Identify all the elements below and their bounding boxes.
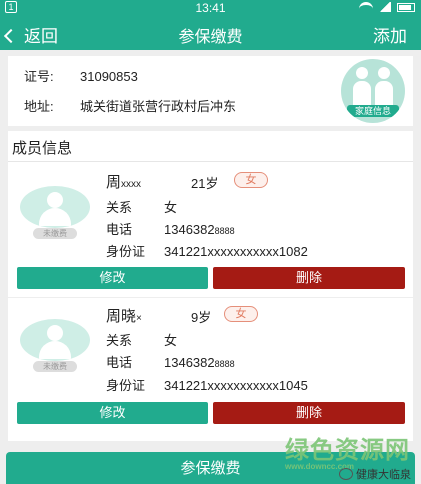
phone-value: 1346382 <box>164 222 215 237</box>
status-bar: 1 13:41 <box>0 0 421 16</box>
phone-label: 电话 <box>106 222 133 237</box>
avatar <box>20 319 90 361</box>
family-id-label: 证号: <box>24 69 54 84</box>
site-watermark: 绿色资源网 www.downcc.com <box>285 430 410 471</box>
member-name: 周xxxx <box>106 171 141 192</box>
divider <box>8 297 413 298</box>
phone-label: 电话 <box>106 355 133 370</box>
signal-icon <box>379 2 391 12</box>
family-info-caption: 家庭信息 <box>347 105 399 117</box>
member-age: 9岁 <box>191 310 212 325</box>
relation-label: 关系 <box>106 200 133 215</box>
member-name-mask: × <box>136 313 142 324</box>
relation-label: 关系 <box>106 333 133 348</box>
family-address-label: 地址: <box>24 99 54 114</box>
id-card-row: 身份证 341221xxxxxxxxxxx1082 <box>106 241 308 260</box>
phone-value: 1346382 <box>164 355 215 370</box>
phone-row: 电话 13463828888 <box>106 352 235 371</box>
member-name-text: 周晓 <box>106 308 137 325</box>
id-card-label: 身份证 <box>106 378 146 393</box>
family-info-card: 证号: 31090853 地址: 城关街道张营行政村后冲东 家庭信息 <box>8 56 413 126</box>
family-address-value: 城关街道张营行政村后冲东 <box>80 99 237 114</box>
id-card-value: 341221xxxxxxxxxxx1045 <box>164 378 308 393</box>
members-title: 成员信息 <box>12 140 73 157</box>
relation-value: 女 <box>164 200 178 215</box>
status-time: 13:41 <box>195 1 226 15</box>
member-name: 周晓× <box>106 305 142 326</box>
family-info-icon[interactable]: 家庭信息 <box>341 59 405 123</box>
relation-row: 关系 女 <box>106 197 177 216</box>
edit-button[interactable]: 修改 <box>17 267 208 289</box>
member-name-mask: xxxx <box>121 179 142 190</box>
site-watermark-text: 绿色资源网 <box>285 437 410 464</box>
relation-value: 女 <box>164 333 178 348</box>
delete-button[interactable]: 删除 <box>213 402 405 424</box>
relation-row: 关系 女 <box>106 330 177 349</box>
sex-tag: 女 <box>234 172 268 188</box>
member-name-text: 周 <box>106 174 122 191</box>
sex-tag: 女 <box>224 306 258 322</box>
wechat-icon <box>339 468 353 480</box>
members-card: 成员信息 未缴费 周xxxx 21岁 女 关系女 电话 13463828888 身… <box>8 131 413 441</box>
divider <box>8 161 413 162</box>
family-id-value: 31090853 <box>80 69 138 84</box>
nav-bar: 返回 参保缴费 添加 <box>0 16 421 50</box>
account-watermark-text: 健康大临泉 <box>356 469 411 481</box>
phone-mask: 8888 <box>214 359 235 369</box>
avatar <box>20 186 90 228</box>
id-card-value: 341221xxxxxxxxxxx1082 <box>164 244 308 259</box>
delete-button[interactable]: 删除 <box>213 267 405 289</box>
edit-button[interactable]: 修改 <box>17 402 208 424</box>
phone-mask: 8888 <box>214 226 235 236</box>
account-watermark: 健康大临泉 <box>339 466 411 482</box>
id-card-label: 身份证 <box>106 244 146 259</box>
battery-icon <box>397 2 415 12</box>
payment-status-badge: 未缴费 <box>33 228 77 239</box>
phone-row: 电话 13463828888 <box>106 219 235 238</box>
payment-status-badge: 未缴费 <box>33 361 77 372</box>
status-icons <box>359 2 415 12</box>
add-button[interactable]: 添加 <box>373 22 407 47</box>
family-address-row: 地址: 城关街道张营行政村后冲东 <box>24 96 236 115</box>
page-title: 参保缴费 <box>178 29 243 46</box>
member-age: 21岁 <box>191 176 219 191</box>
wifi-icon <box>359 2 373 12</box>
id-card-row: 身份证 341221xxxxxxxxxxx1045 <box>106 375 308 394</box>
family-id-row: 证号: 31090853 <box>24 66 138 85</box>
